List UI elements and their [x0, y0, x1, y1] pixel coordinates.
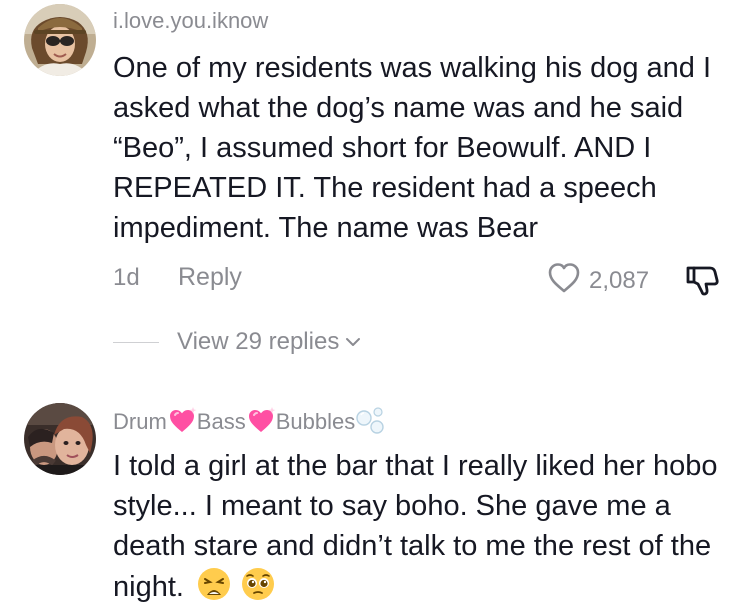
pleading-face-emoji — [240, 566, 276, 613]
comment-username[interactable]: i.love.you.iknow — [113, 6, 268, 36]
chevron-down-icon — [345, 336, 361, 348]
sparkling-heart-emoji — [246, 405, 276, 443]
username-part: Bubbles — [275, 409, 356, 434]
dislike-button[interactable] — [684, 262, 720, 303]
heart-outline-icon — [547, 262, 581, 299]
comment-text: I told a girl at the bar that I really l… — [113, 446, 733, 613]
sparkling-heart-emoji — [167, 405, 197, 443]
view-replies-button[interactable]: View 29 replies — [113, 327, 361, 357]
thumbs-down-icon — [684, 266, 720, 302]
comment-username[interactable]: Drum Bass Bubbles — [113, 405, 387, 443]
weary-face-emoji — [196, 566, 232, 613]
comment-age: 1d — [113, 264, 140, 291]
divider-line — [113, 341, 159, 343]
like-count: 2,087 — [589, 266, 650, 294]
avatar[interactable] — [24, 4, 96, 76]
reply-button[interactable]: Reply — [178, 262, 242, 292]
view-replies-label: View 29 replies — [177, 328, 340, 355]
avatar[interactable] — [24, 403, 96, 475]
bubbles-emoji — [355, 405, 387, 443]
like-button[interactable]: 2,087 — [547, 262, 649, 299]
username-part: Bass — [196, 409, 246, 434]
comment-text: One of my residents was walking his dog … — [113, 52, 712, 244]
username-part: Drum — [113, 409, 167, 434]
